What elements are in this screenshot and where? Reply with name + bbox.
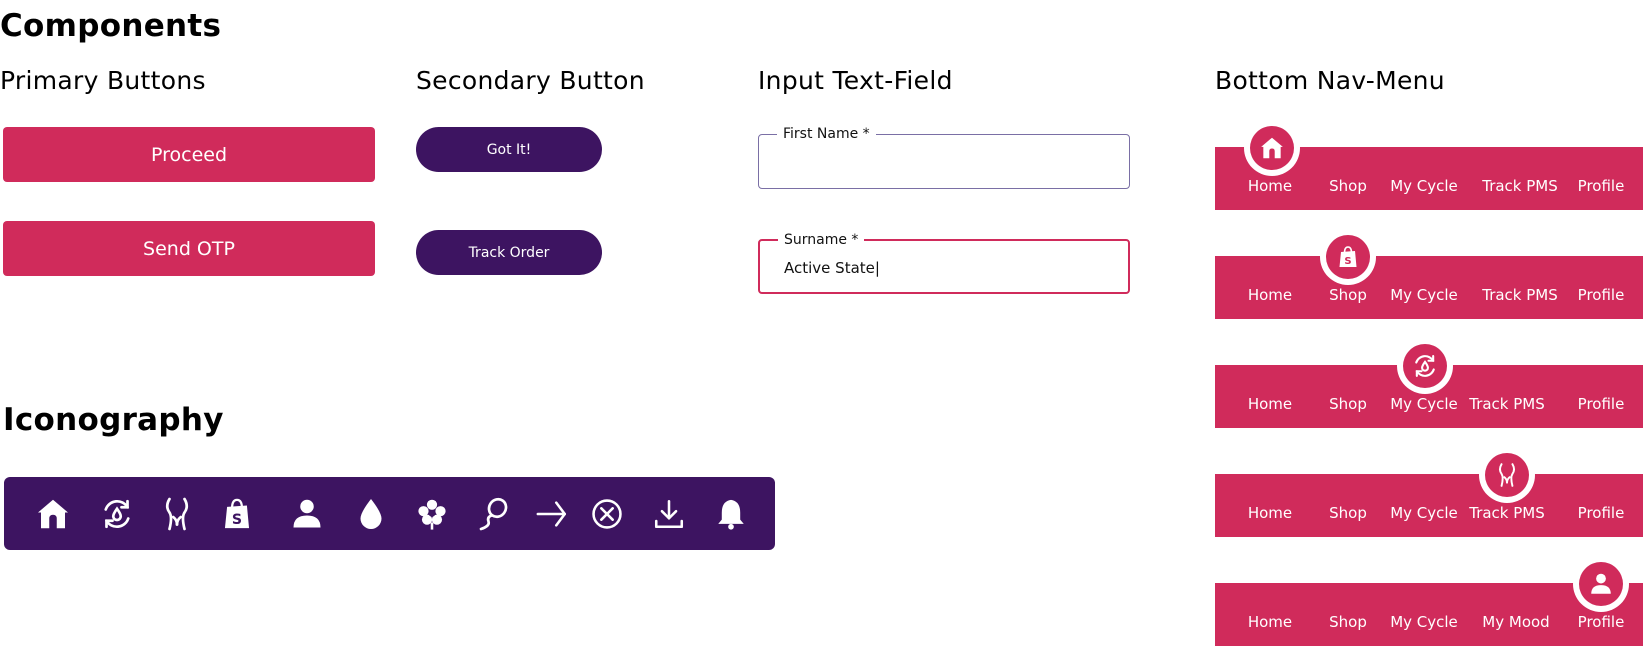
first-name-label: First Name * [777,125,876,143]
bottom-nav-menu-title: Bottom Nav-Menu [1215,66,1445,95]
nav-item-track-pms[interactable]: Track PMS [1482,286,1558,304]
download-icon [650,495,688,533]
profile-icon [288,495,326,533]
sperm-icon [474,495,512,533]
close-circle-icon [588,495,626,533]
proceed-button[interactable]: Proceed [3,127,375,182]
bottom-nav-shop-active: S Home Shop My Cycle Track PMS Profile [1215,229,1643,319]
nav-item-profile[interactable]: Profile [1578,613,1625,631]
nav-item-shop[interactable]: Shop [1329,177,1367,195]
nav-item-shop[interactable]: Shop [1329,395,1367,413]
home-icon [1261,137,1283,159]
components-heading: Components [0,8,222,44]
nav-item-shop[interactable]: Shop [1329,286,1367,304]
surname-value: Active State| [784,259,880,277]
cycle-icon [1415,355,1435,377]
icon-bar: S [4,477,775,550]
nav-item-track-pms[interactable]: Track PMS [1482,177,1558,195]
nav-active-bubble[interactable] [1479,447,1535,503]
bottom-nav-home-active: Home Shop My Cycle Track PMS Profile [1215,120,1643,210]
cycle-icon [98,495,136,533]
surname-label: Surname * [778,231,865,249]
secondary-button-title: Secondary Button [416,66,645,95]
nav-item-shop[interactable]: Shop [1329,504,1367,522]
got-it-button[interactable]: Got It! [416,127,602,172]
surname-field[interactable]: Surname * Active State| [758,231,1130,294]
iconography-heading: Iconography [3,402,224,438]
bell-icon [712,495,750,533]
nav-item-my-cycle[interactable]: My Cycle [1390,177,1458,195]
nav-item-track-pms[interactable]: Track PMS [1469,504,1545,522]
nav-item-my-mood[interactable]: My Mood [1482,613,1549,631]
bottom-nav-profile-active: Home Shop My Cycle My Mood Profile [1215,556,1643,646]
shop-bag-icon: S [218,495,256,533]
nav-item-profile[interactable]: Profile [1578,504,1625,522]
nav-active-bubble[interactable]: S [1320,229,1376,285]
nav-active-bubble[interactable] [1397,338,1453,394]
bottom-nav-my-cycle-active: Home Shop My Cycle Track PMS Profile [1215,338,1643,428]
nav-item-home[interactable]: Home [1248,395,1292,413]
nav-item-home[interactable]: Home [1248,286,1292,304]
send-otp-button[interactable]: Send OTP [3,221,375,276]
nav-item-profile[interactable]: Profile [1578,177,1625,195]
nav-item-my-cycle[interactable]: My Cycle [1390,504,1458,522]
nav-item-profile[interactable]: Profile [1578,286,1625,304]
primary-buttons-title: Primary Buttons [0,66,206,95]
first-name-field[interactable]: First Name * [758,125,1130,189]
flower-icon [413,495,451,533]
nav-item-home[interactable]: Home [1248,177,1292,195]
body-icon [1498,463,1516,487]
shop-bag-icon: S [1339,246,1357,267]
svg-text:S: S [232,512,242,528]
nav-item-home[interactable]: Home [1248,504,1292,522]
nav-item-track-pms[interactable]: Track PMS [1469,395,1545,413]
nav-item-shop[interactable]: Shop [1329,613,1367,631]
nav-item-home[interactable]: Home [1248,613,1292,631]
drop-icon [352,495,390,533]
profile-icon [1591,573,1611,594]
input-text-field-title: Input Text-Field [758,66,953,95]
arrow-right-icon [533,495,571,533]
nav-item-my-cycle[interactable]: My Cycle [1390,286,1458,304]
nav-active-bubble[interactable] [1573,556,1629,612]
svg-text:S: S [1344,256,1351,267]
track-order-button[interactable]: Track Order [416,230,602,275]
nav-active-bubble[interactable] [1244,120,1300,176]
bottom-nav-track-pms-active: Home Shop My Cycle Track PMS Profile [1215,447,1643,537]
nav-item-my-cycle[interactable]: My Cycle [1390,395,1458,413]
home-icon [34,495,72,533]
nav-item-my-cycle[interactable]: My Cycle [1390,613,1458,631]
body-icon [158,495,196,533]
nav-item-profile[interactable]: Profile [1578,395,1625,413]
